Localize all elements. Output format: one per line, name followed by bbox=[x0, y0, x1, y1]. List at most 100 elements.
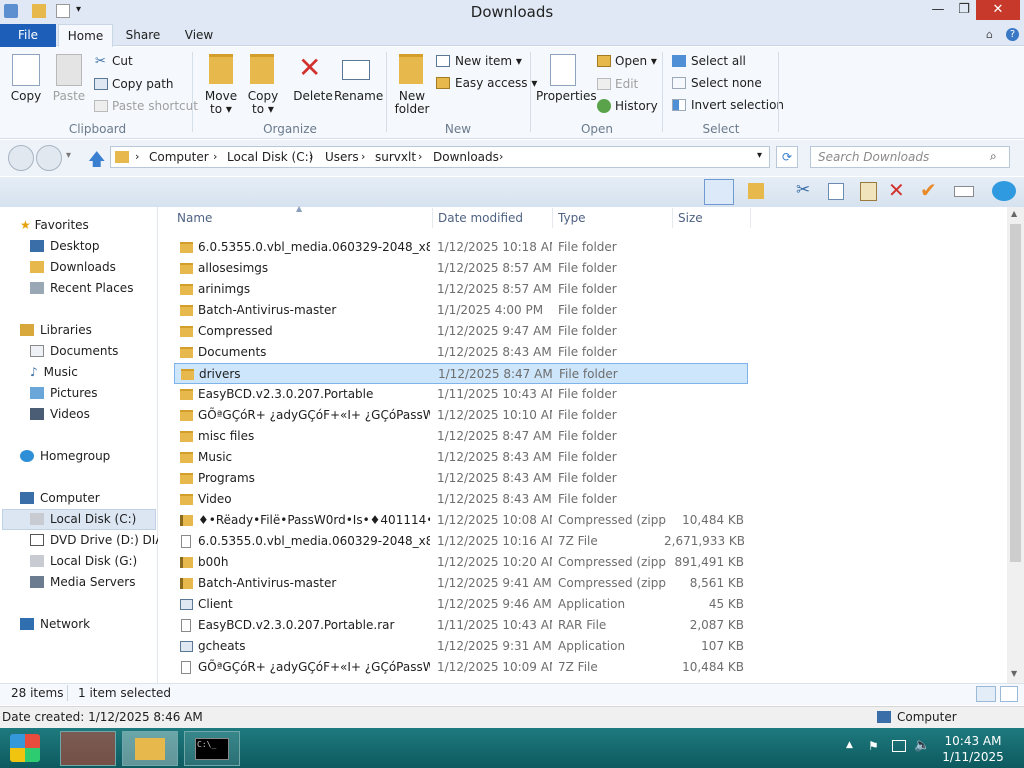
new-folder-button[interactable]: New folder bbox=[390, 90, 434, 116]
nav-pictures[interactable]: Pictures bbox=[30, 383, 98, 404]
back-button[interactable] bbox=[8, 145, 34, 171]
address-field[interactable]: › Computer › Local Disk (C:) › Users › s… bbox=[110, 146, 770, 168]
tab-home[interactable]: Home bbox=[58, 24, 113, 47]
file-row[interactable]: Music 1/12/2025 8:43 AM File folder bbox=[174, 447, 748, 468]
column-header-date[interactable]: Date modified bbox=[438, 211, 523, 225]
nav-music[interactable]: ♪ Music bbox=[30, 362, 78, 383]
nav-downloads[interactable]: Downloads bbox=[30, 257, 116, 278]
breadcrumb-downloads[interactable]: Downloads bbox=[433, 150, 499, 164]
column-header-name[interactable]: Name bbox=[177, 211, 212, 225]
cut-button[interactable]: Cut bbox=[112, 52, 133, 70]
paste-shortcut-button[interactable]: Paste shortcut bbox=[112, 97, 198, 115]
file-row[interactable]: misc files 1/12/2025 8:47 AM File folder bbox=[174, 426, 748, 447]
rename-toolbar-icon[interactable] bbox=[954, 186, 974, 197]
delete-button[interactable]: Delete bbox=[292, 90, 334, 103]
tab-file[interactable]: File bbox=[0, 24, 56, 47]
help-icon[interactable]: ? bbox=[1006, 28, 1019, 41]
show-hidden-icons[interactable]: ▲ bbox=[846, 740, 853, 750]
nav-favorites[interactable]: ★ Favorites bbox=[20, 215, 89, 236]
nav-libraries[interactable]: Libraries bbox=[20, 320, 92, 341]
select-none-button[interactable]: Select none bbox=[691, 74, 762, 92]
nav-local-disk-g[interactable]: Local Disk (G:) bbox=[30, 551, 137, 572]
copy-toolbar-icon[interactable] bbox=[828, 183, 844, 200]
file-row[interactable]: Batch-Antivirus-master 1/1/2025 4:00 PM Fi… bbox=[174, 300, 748, 321]
search-input[interactable]: Search Downloads bbox=[810, 146, 1010, 168]
move-to-button[interactable]: Move to ▾ bbox=[200, 90, 242, 116]
file-row[interactable]: Client 1/12/2025 9:46 AM Application 45 KB bbox=[174, 594, 748, 615]
column-divider[interactable] bbox=[672, 208, 673, 228]
new-item-button[interactable]: New item ▾ bbox=[455, 52, 522, 70]
file-row[interactable]: 6.0.5355.0.vbl_media.060329-2048_x86fre_… bbox=[174, 531, 748, 552]
nav-videos[interactable]: Videos bbox=[30, 404, 90, 425]
nav-desktop[interactable]: Desktop bbox=[30, 236, 100, 257]
folder-options-icon[interactable] bbox=[748, 183, 764, 199]
up-arrow-icon[interactable]: 🡅 bbox=[88, 147, 105, 176]
nav-computer[interactable]: Computer bbox=[20, 488, 100, 509]
globe-icon[interactable] bbox=[992, 181, 1016, 201]
file-row[interactable]: Video 1/12/2025 8:43 AM File folder bbox=[174, 489, 748, 510]
breadcrumb-user[interactable]: survxlt bbox=[375, 150, 416, 164]
column-divider[interactable] bbox=[432, 208, 433, 228]
file-row[interactable]: Documents 1/12/2025 8:43 AM File folder bbox=[174, 342, 748, 363]
open-button[interactable]: Open ▾ bbox=[615, 52, 657, 70]
tab-share[interactable]: Share bbox=[120, 24, 166, 47]
clock[interactable]: 10:43 AM 1/11/2025 bbox=[936, 733, 1010, 765]
tab-view[interactable]: View bbox=[176, 24, 222, 47]
properties-toolbar-icon[interactable]: ✔ bbox=[920, 178, 937, 202]
address-dropdown-icon[interactable]: ▾ bbox=[757, 150, 762, 161]
file-row[interactable]: arinimgs 1/12/2025 8:57 AM File folder bbox=[174, 279, 748, 300]
taskbar-cmd-icon[interactable]: C:\_ bbox=[184, 731, 240, 766]
scrollbar-thumb[interactable] bbox=[1010, 224, 1021, 562]
file-row[interactable]: 6.0.5355.0.vbl_media.060329-2048_x86fre_… bbox=[174, 237, 748, 258]
refresh-icon[interactable]: ⟳ bbox=[776, 146, 798, 168]
column-divider[interactable] bbox=[552, 208, 553, 228]
delete-toolbar-icon[interactable]: ✕ bbox=[888, 178, 905, 202]
nav-network[interactable]: Network bbox=[20, 614, 90, 635]
qat-dropdown-icon[interactable]: ▾ bbox=[76, 4, 81, 15]
history-button[interactable]: History bbox=[615, 97, 658, 115]
copy-button[interactable]: Copy bbox=[6, 90, 46, 103]
file-row[interactable]: drivers 1/12/2025 8:47 AM File folder bbox=[174, 363, 748, 384]
file-row[interactable]: GÕªGÇóR+ ¿adyGÇóF+«I+ ¿GÇóPassW0rd... 1/1… bbox=[174, 657, 748, 678]
file-row[interactable]: Compressed 1/12/2025 9:47 AM File folder bbox=[174, 321, 748, 342]
breadcrumb-users[interactable]: Users bbox=[325, 150, 359, 164]
column-header-type[interactable]: Type bbox=[558, 211, 586, 225]
nav-local-disk-c[interactable]: Local Disk (C:) bbox=[30, 509, 136, 530]
volume-icon[interactable]: 🔈 bbox=[914, 738, 930, 753]
nav-dvd-drive[interactable]: DVD Drive (D:) DIATI bbox=[30, 530, 158, 551]
paste-button[interactable]: Paste bbox=[50, 90, 88, 103]
search-icon[interactable]: ⌕ bbox=[990, 149, 997, 164]
new-folder-qat-icon[interactable] bbox=[56, 4, 70, 18]
forward-button[interactable] bbox=[36, 145, 62, 171]
breadcrumb-local-disk[interactable]: Local Disk (C:) bbox=[227, 150, 313, 164]
properties-button[interactable]: Properties bbox=[536, 90, 597, 103]
app-icon[interactable] bbox=[4, 4, 18, 18]
file-row[interactable]: Programs 1/12/2025 8:43 AM File folder bbox=[174, 468, 748, 489]
nav-documents[interactable]: Documents bbox=[30, 341, 118, 362]
paste-toolbar-icon[interactable] bbox=[860, 182, 877, 201]
taskbar-explorer-icon[interactable] bbox=[122, 731, 178, 766]
start-button[interactable] bbox=[10, 734, 40, 762]
scroll-down-arrow[interactable]: ▼ bbox=[1011, 669, 1017, 678]
nav-media-servers[interactable]: Media Servers bbox=[30, 572, 135, 593]
file-row[interactable]: b00h 1/12/2025 10:20 AM Compressed (zipp..… bbox=[174, 552, 748, 573]
nav-homegroup[interactable]: Homegroup bbox=[20, 446, 110, 467]
view-mode-icon[interactable] bbox=[704, 179, 734, 205]
file-row[interactable]: allosesimgs 1/12/2025 8:57 AM File folder bbox=[174, 258, 748, 279]
large-icons-view-icon[interactable] bbox=[1000, 686, 1018, 702]
rename-button[interactable]: Rename bbox=[334, 90, 383, 103]
nav-recent-places[interactable]: Recent Places bbox=[30, 278, 133, 299]
minimize-ribbon-icon[interactable]: ⌂ bbox=[986, 28, 993, 41]
edit-button[interactable]: Edit bbox=[615, 75, 638, 93]
network-tray-icon[interactable] bbox=[892, 740, 906, 752]
select-all-button[interactable]: Select all bbox=[691, 52, 746, 70]
flag-icon[interactable]: ⚑ bbox=[868, 739, 879, 753]
file-row[interactable]: Batch-Antivirus-master 1/12/2025 9:41 AM C… bbox=[174, 573, 748, 594]
breadcrumb-computer[interactable]: Computer bbox=[149, 150, 209, 164]
close-button[interactable]: ✕ bbox=[976, 0, 1020, 20]
file-row[interactable]: gcheats 1/12/2025 9:31 AM Application 107 K… bbox=[174, 636, 748, 657]
easy-access-button[interactable]: Easy access ▾ bbox=[455, 74, 537, 92]
column-divider[interactable] bbox=[750, 208, 751, 228]
properties-qat-icon[interactable] bbox=[32, 4, 46, 18]
file-row[interactable]: ♦•Rëady•Filë•PassW0rd•Is•♦401114• 1/12/20… bbox=[174, 510, 748, 531]
